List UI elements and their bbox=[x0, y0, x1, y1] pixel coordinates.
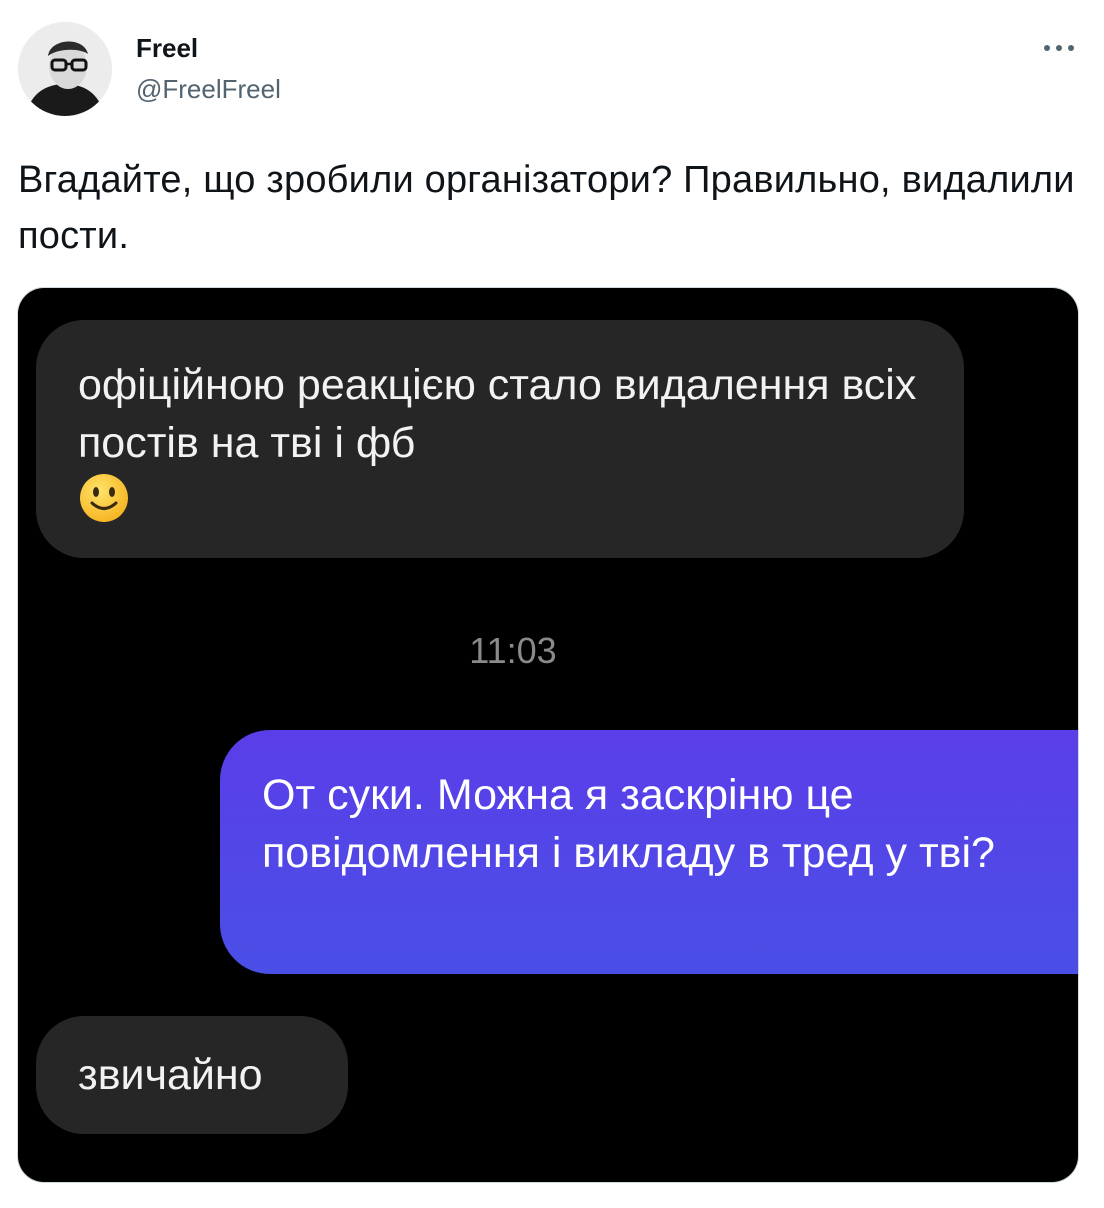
outgoing-message-bubble: От суки. Можна я заскріню це повідомленн… bbox=[220, 730, 1078, 974]
message-text: звичайно bbox=[78, 1051, 263, 1099]
smiley-emoji-icon bbox=[78, 472, 130, 524]
author-display-name[interactable]: Freel bbox=[136, 32, 198, 64]
author-handle[interactable]: @FreelFreel bbox=[136, 73, 281, 105]
message-timestamp: 11:03 bbox=[469, 630, 557, 671]
more-dot bbox=[1056, 45, 1062, 51]
more-icon[interactable] bbox=[1036, 30, 1082, 66]
avatar-photo bbox=[18, 22, 112, 116]
more-dot bbox=[1044, 45, 1050, 51]
incoming-message-bubble: офіційною реакцією стало видалення всіх … bbox=[36, 320, 964, 558]
tweet-text: Вгадайте, що зробили організатори? Прави… bbox=[18, 159, 1075, 257]
message-text: офіційною реакцією стало видалення всіх … bbox=[78, 361, 917, 467]
avatar[interactable] bbox=[18, 22, 112, 116]
more-dot bbox=[1068, 45, 1074, 51]
message-text: От суки. Можна я заскріню це повідомленн… bbox=[262, 771, 995, 877]
incoming-message-bubble: звичайно bbox=[36, 1016, 348, 1134]
tweet-media-screenshot[interactable]: офіційною реакцією стало видалення всіх … bbox=[18, 288, 1078, 1182]
